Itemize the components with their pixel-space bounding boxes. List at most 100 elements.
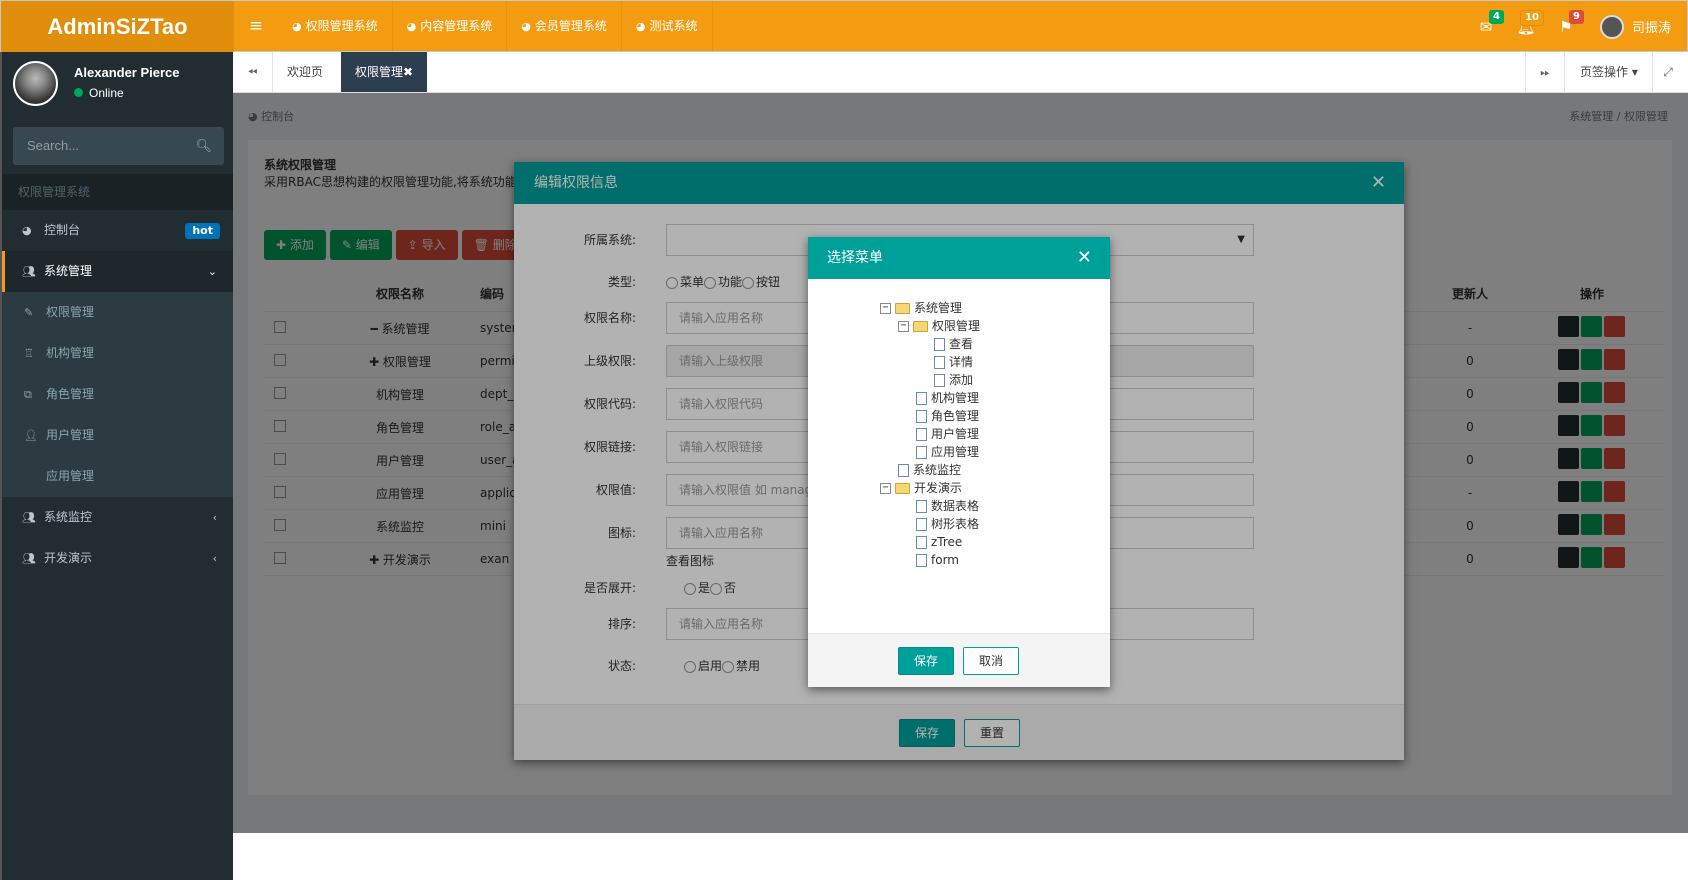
chevron-left-icon: ‹ <box>212 511 217 524</box>
tree-node-user[interactable]: 用户管理 <box>880 425 980 443</box>
sitemap-icon: ⧉ <box>24 388 32 401</box>
tree-node-label[interactable]: 系统管理 <box>914 301 962 315</box>
tree-node-label[interactable]: 详情 <box>949 355 973 369</box>
tab-permission[interactable]: 权限管理✖ <box>341 52 428 92</box>
close-icon[interactable]: ✖ <box>403 65 413 79</box>
user-panel-name: Alexander Pierce <box>74 65 180 80</box>
tree-node-label[interactable]: 数据表格 <box>931 499 979 513</box>
tree-node-datagrid[interactable]: 数据表格 <box>880 497 980 515</box>
tree-node-label[interactable]: 应用管理 <box>931 445 979 459</box>
caret-down-icon: ▾ <box>1631 65 1638 79</box>
tree-node-leaf-add[interactable]: 添加 <box>880 371 980 389</box>
tab-welcome[interactable]: 欢迎页 <box>273 52 337 92</box>
sidebar-subitem-org[interactable]: ♖ 机构管理 <box>2 333 233 374</box>
tree-node-role[interactable]: 角色管理 <box>880 407 980 425</box>
forward-icon: ⏩︎ <box>1540 65 1550 79</box>
subitem-label: 应用管理 <box>46 469 95 483</box>
sidebar-menu: ◕ 控制台 hot 👥︎ 系统管理 ⌄ ✎ 权限管理 ♖ 机构管理 ⧉ 角色管理 👤︎ 用户管理… <box>2 210 233 579</box>
tree-node-label[interactable]: 用户管理 <box>931 427 979 441</box>
menu-cancel-button[interactable]: 取消 <box>963 647 1019 675</box>
sidebar-subitem-user[interactable]: 👤︎ 用户管理 <box>2 415 233 456</box>
topnav-item-test[interactable]: ◕ 测试系统 <box>622 1 713 52</box>
tree-node-label[interactable]: 添加 <box>949 373 973 387</box>
tab-bar: ⏪︎ 欢迎页 权限管理✖ ⏩︎ 页签操作 ▾ ⤢ <box>233 52 1688 93</box>
chevron-down-icon: ⌄ <box>207 265 217 278</box>
collapse-toggle-icon[interactable]: − <box>880 483 891 494</box>
tree-node-label[interactable]: 开发演示 <box>914 481 962 495</box>
tree-node-label[interactable]: 系统监控 <box>913 463 961 477</box>
menu-save-button[interactable]: 保存 <box>898 647 954 675</box>
search-icon[interactable]: 🔍︎ <box>195 127 212 165</box>
dashboard-icon: ◕ <box>521 20 531 33</box>
tree-node-label[interactable]: form <box>931 553 959 567</box>
tree-node-label[interactable]: 树形表格 <box>931 517 979 531</box>
tree-node-app[interactable]: 应用管理 <box>880 443 980 461</box>
tab-scroll-left-button[interactable]: ⏪︎ <box>233 52 273 92</box>
tab-ops-label: 页签操作 <box>1580 65 1629 79</box>
tree-node-root2[interactable]: − 开发演示 <box>880 479 980 497</box>
topnav-label: 会员管理系统 <box>534 19 607 33</box>
status-text: Online <box>89 86 124 100</box>
tree-node-perm[interactable]: − 权限管理 <box>880 317 980 335</box>
tree-node-label[interactable]: 角色管理 <box>931 409 979 423</box>
file-icon <box>934 374 945 387</box>
tab-operations-dropdown[interactable]: 页签操作 ▾ <box>1566 52 1653 92</box>
tree-node-org[interactable]: 机构管理 <box>880 389 980 407</box>
tree-node-label[interactable]: 权限管理 <box>932 319 980 333</box>
header-right: ✉ 4 🔔︎ 10 ⚑ 9 司振涛 <box>1466 1 1671 52</box>
trophy-icon: ♖ <box>24 347 34 360</box>
app-logo[interactable]: AdminSiZTao <box>1 1 234 52</box>
sidebar-item-monitor[interactable]: 👥︎ 系统监控 ‹ <box>2 497 233 538</box>
mail-button[interactable]: ✉ 4 <box>1466 9 1506 36</box>
file-icon <box>916 536 927 549</box>
topnav-item-permission[interactable]: ◕ 权限管理系统 <box>278 1 393 52</box>
tree-node-root1[interactable]: − 系统管理 <box>880 299 980 317</box>
close-icon[interactable]: ✕ <box>1077 237 1092 279</box>
topnav-label: 内容管理系统 <box>420 19 493 33</box>
collapse-toggle-icon[interactable]: − <box>898 321 909 332</box>
header-username[interactable]: 司振涛 <box>1632 17 1671 36</box>
sidebar-item-label: 开发演示 <box>44 551 93 565</box>
tab-scroll-right-button[interactable]: ⏩︎ <box>1525 52 1565 92</box>
sidebar-subitem-permission[interactable]: ✎ 权限管理 <box>2 292 233 333</box>
tree-node-label[interactable]: zTree <box>931 535 962 549</box>
sidebar-item-system-mgmt[interactable]: 👥︎ 系统管理 ⌄ <box>2 251 233 292</box>
topnav-item-member[interactable]: ◕ 会员管理系统 <box>507 1 622 52</box>
search-placeholder: Search... <box>27 138 80 153</box>
tree-node-treegrid[interactable]: 树形表格 <box>880 515 980 533</box>
users-icon: 👥︎ <box>22 511 36 524</box>
sidebar-subitem-app[interactable]: 应用管理 <box>2 456 233 497</box>
file-icon <box>916 554 927 567</box>
sidebar-toggle-icon[interactable]: ≡ <box>234 1 278 52</box>
tree-node-monitor[interactable]: 系统监控 <box>880 461 980 479</box>
topnav-item-content[interactable]: ◕ 内容管理系统 <box>393 1 508 52</box>
tree-node-leaf-detail[interactable]: 详情 <box>880 353 980 371</box>
tasks-button[interactable]: ⚑ 9 <box>1546 9 1586 36</box>
sidebar-search-input[interactable]: Search... 🔍︎ <box>13 127 224 165</box>
file-icon <box>934 338 945 351</box>
sidebar-section-title: 权限管理系统 <box>2 174 233 210</box>
tree-node-form[interactable]: form <box>880 551 980 569</box>
tree-node-leaf-view[interactable]: 查看 <box>880 335 980 353</box>
sidebar: Alexander Pierce Online Search... 🔍︎ 权限管理… <box>0 52 233 880</box>
user-avatar[interactable] <box>1599 14 1624 39</box>
subitem-label: 用户管理 <box>46 428 95 442</box>
sidebar-item-demo[interactable]: 👥︎ 开发演示 ‹ <box>2 538 233 579</box>
user-status: Online <box>74 86 124 100</box>
tab-label: 权限管理 <box>355 65 404 79</box>
user-icon: 👤︎ <box>24 429 38 442</box>
sidebar-subitem-role[interactable]: ⧉ 角色管理 <box>2 374 233 415</box>
folder-open-icon <box>895 303 910 314</box>
tree-node-label[interactable]: 查看 <box>949 337 973 351</box>
sidebar-item-dashboard[interactable]: ◕ 控制台 hot <box>2 210 233 251</box>
tree-node-ztree[interactable]: zTree <box>880 533 980 551</box>
notifications-button[interactable]: 🔔︎ 10 <box>1506 9 1546 36</box>
subitem-label: 权限管理 <box>46 305 95 319</box>
collapse-toggle-icon[interactable]: − <box>880 303 891 314</box>
file-icon <box>916 446 927 459</box>
fullscreen-button[interactable]: ⤢ <box>1648 52 1688 92</box>
sidebar-item-label: 系统管理 <box>44 264 93 278</box>
subitem-label: 机构管理 <box>46 346 95 360</box>
file-icon <box>916 392 927 405</box>
tree-node-label[interactable]: 机构管理 <box>931 391 979 405</box>
